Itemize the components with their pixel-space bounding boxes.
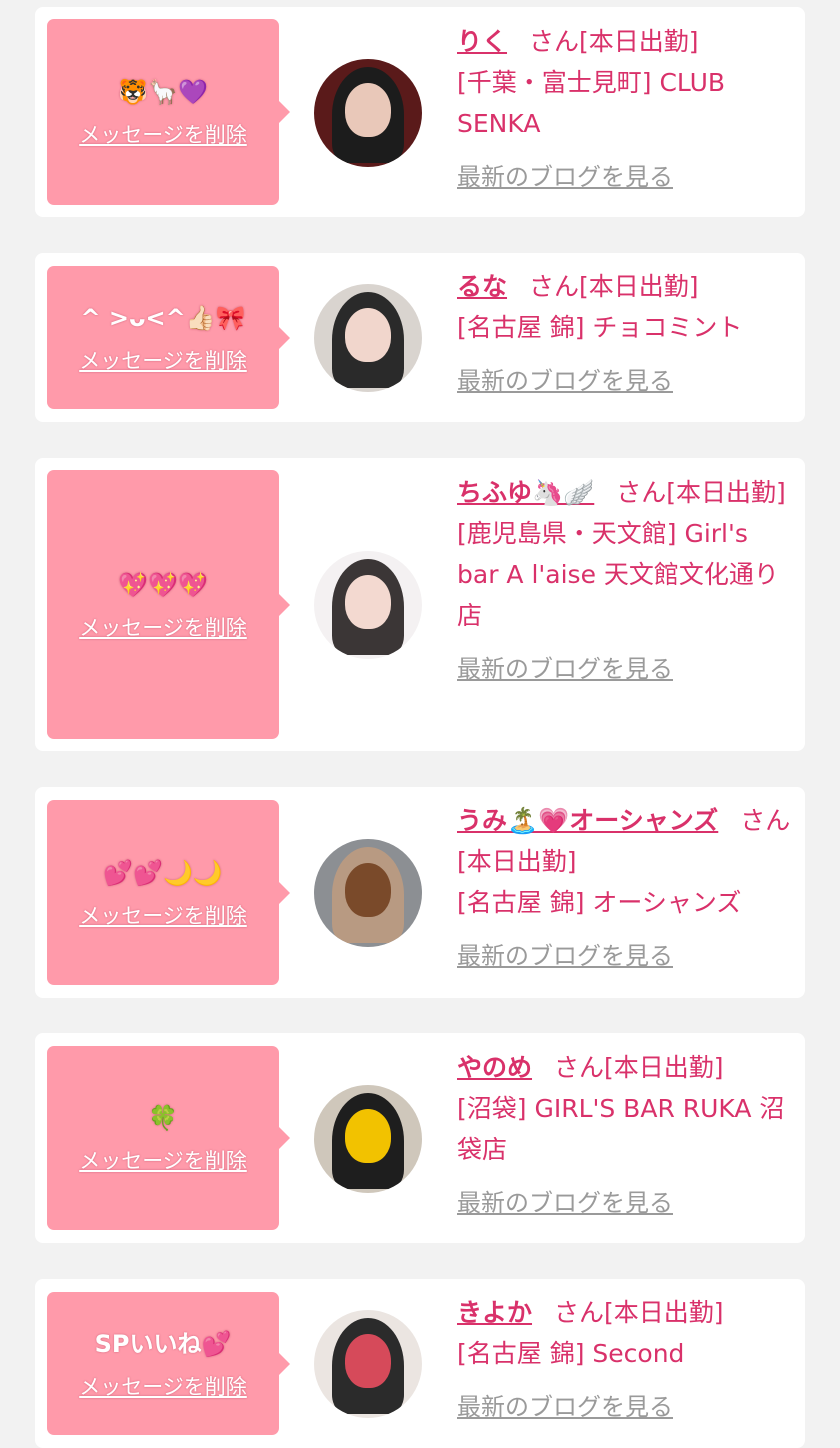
san-suffix: さん (554, 1298, 605, 1327)
delete-message-link[interactable]: メッセージを削除 (79, 1145, 247, 1175)
cast-info: やのめ さん[本日出勤] [沼袋] GIRL'S BAR RUKA 沼袋店 最新の… (457, 1047, 793, 1224)
message-text: 🐯🦙💜 (118, 78, 208, 106)
avatar[interactable] (314, 1085, 422, 1193)
san-suffix: さん (529, 272, 580, 301)
delete-message-link[interactable]: メッセージを削除 (79, 1371, 247, 1401)
message-card: 💕💕🌙🌙 メッセージを削除 うみ🏝️💗オーシャンズ さん [本日出勤] [名古屋 錦… (35, 787, 805, 998)
message-card: 💖💖💖 メッセージを削除 ちふゆ🦄🪽 さん[本日出勤] [鹿児島県・天文館] Gi… (35, 458, 805, 751)
cast-info: りく さん[本日出勤] [千葉・富士見町] CLUB SENKA 最新のブログを見… (457, 21, 793, 198)
shop-name: [鹿児島県・天文館] Girl's bar A l'aise 天文館文化通り店 (457, 519, 779, 630)
delete-message-link[interactable]: メッセージを削除 (79, 900, 247, 930)
cast-name-link[interactable]: ちふゆ🦄🪽 (457, 478, 594, 507)
shop-name: [名古屋 錦] Second (457, 1339, 685, 1368)
delete-message-link[interactable]: メッセージを削除 (79, 612, 247, 642)
message-card: ^ >ᴗ<^👍🏻🎀 メッセージを削除 るな さん[本日出勤] [名古屋 錦] チョ… (35, 253, 805, 422)
message-text: 💖💖💖 (118, 570, 208, 599)
cast-info: るな さん[本日出勤] [名古屋 錦] チョコミント 最新のブログを見る (457, 266, 793, 402)
message-text: 💕💕🌙🌙 (103, 858, 223, 887)
blog-link[interactable]: 最新のブログを見る (457, 361, 793, 402)
message-list: 🐯🦙💜 メッセージを削除 りく さん[本日出勤] [千葉・富士見町] CLUB S… (0, 0, 840, 1448)
cast-info: うみ🏝️💗オーシャンズ さん [本日出勤] [名古屋 錦] オーシャンズ 最新のブロ… (457, 800, 793, 977)
cast-name-link[interactable]: きよか (457, 1298, 532, 1327)
message-bubble: ^ >ᴗ<^👍🏻🎀 メッセージを削除 (47, 266, 290, 409)
message-bubble: 🐯🦙💜 メッセージを削除 (47, 19, 290, 205)
blog-link[interactable]: 最新のブログを見る (457, 649, 793, 690)
avatar-face (345, 863, 391, 917)
avatar[interactable] (314, 284, 422, 392)
blog-link[interactable]: 最新のブログを見る (457, 1387, 793, 1428)
message-bubble: 💖💖💖 メッセージを削除 (47, 470, 290, 739)
message-bubble: 🍀 メッセージを削除 (47, 1046, 290, 1230)
avatar-face (345, 83, 391, 137)
status-label: [本日出勤] (457, 847, 577, 876)
delete-message-link[interactable]: メッセージを削除 (79, 345, 247, 375)
san-suffix: さん (616, 478, 667, 507)
avatar-face (345, 575, 391, 629)
shop-name: [千葉・富士見町] CLUB SENKA (457, 68, 726, 138)
message-bubble: SPいいね💕 メッセージを削除 (47, 1292, 290, 1435)
status-label: [本日出勤] (666, 478, 786, 507)
shop-name: [沼袋] GIRL'S BAR RUKA 沼袋店 (457, 1094, 785, 1164)
message-text: ^ >ᴗ<^👍🏻🎀 (80, 303, 246, 332)
blog-link[interactable]: 最新のブログを見る (457, 157, 793, 198)
message-bubble: 💕💕🌙🌙 メッセージを削除 (47, 800, 290, 985)
avatar-face (345, 1109, 391, 1163)
avatar[interactable] (314, 1310, 422, 1418)
cast-name-link[interactable]: るな (457, 272, 507, 301)
status-label: [本日出勤] (604, 1298, 724, 1327)
delete-message-link[interactable]: メッセージを削除 (79, 119, 247, 149)
status-label: [本日出勤] (604, 1053, 724, 1082)
message-text: 🍀 (148, 1104, 178, 1132)
message-card: 🐯🦙💜 メッセージを削除 りく さん[本日出勤] [千葉・富士見町] CLUB S… (35, 7, 805, 217)
cast-name-link[interactable]: やのめ (457, 1053, 532, 1082)
status-label: [本日出勤] (579, 272, 699, 301)
avatar[interactable] (314, 551, 422, 659)
san-suffix: さん (529, 27, 580, 56)
san-suffix: さん (554, 1053, 605, 1082)
shop-name: [名古屋 錦] チョコミント (457, 313, 743, 342)
status-label: [本日出勤] (579, 27, 699, 56)
cast-info: ちふゆ🦄🪽 さん[本日出勤] [鹿児島県・天文館] Girl's bar A l'… (457, 472, 793, 690)
san-suffix: さん (740, 806, 791, 835)
avatar-face (345, 308, 391, 362)
blog-link[interactable]: 最新のブログを見る (457, 1183, 793, 1224)
avatar-face (345, 1334, 391, 1388)
cast-name-link[interactable]: りく (457, 27, 507, 56)
cast-name-link[interactable]: うみ🏝️💗オーシャンズ (457, 806, 718, 835)
message-card: 🍀 メッセージを削除 やのめ さん[本日出勤] [沼袋] GIRL'S BAR R… (35, 1033, 805, 1243)
blog-link[interactable]: 最新のブログを見る (457, 936, 793, 977)
avatar[interactable] (314, 59, 422, 167)
avatar[interactable] (314, 839, 422, 947)
cast-info: きよか さん[本日出勤] [名古屋 錦] Second 最新のブログを見る (457, 1292, 793, 1428)
message-card: SPいいね💕 メッセージを削除 きよか さん[本日出勤] [名古屋 錦] Seco… (35, 1279, 805, 1448)
message-text: SPいいね💕 (94, 1329, 232, 1358)
shop-name: [名古屋 錦] オーシャンズ (457, 888, 742, 917)
